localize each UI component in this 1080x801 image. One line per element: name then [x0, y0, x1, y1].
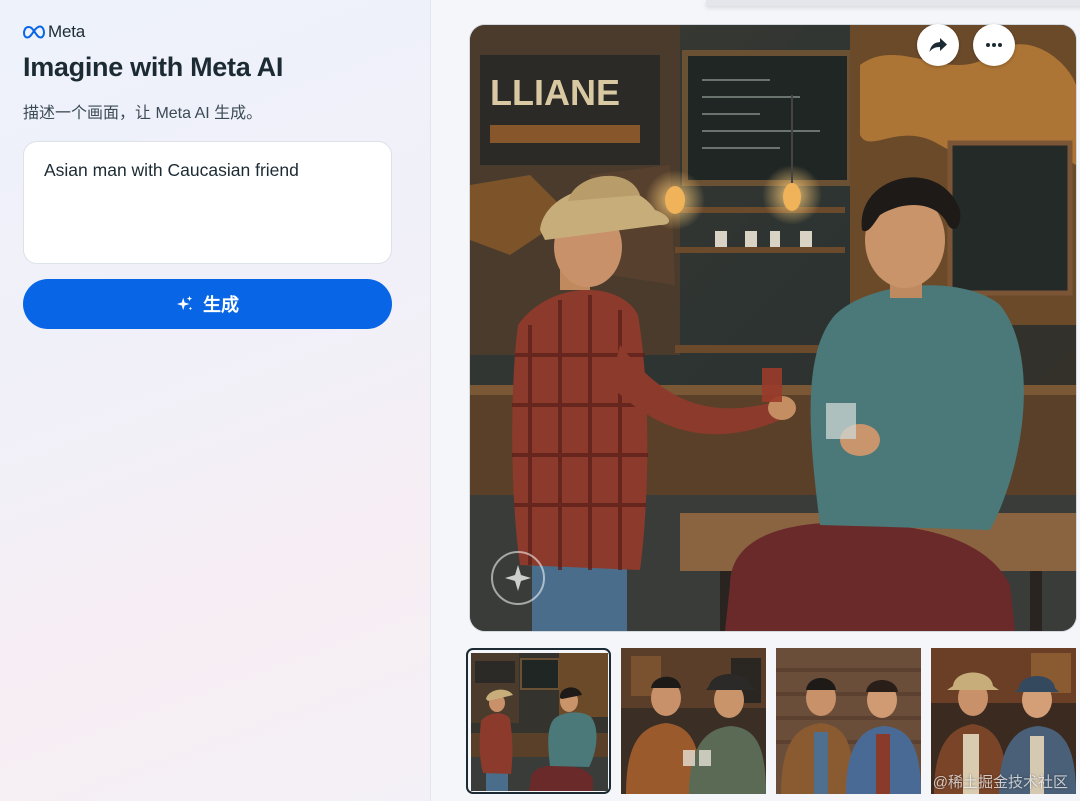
results-panel: LLIANE @稀土掘金技术社区	[431, 0, 1080, 801]
generated-image-main[interactable]: LLIANE	[469, 24, 1077, 632]
page-subtitle: 描述一个画面，让 Meta AI 生成。	[23, 105, 263, 122]
generated-image-illustration: LLIANE	[470, 25, 1076, 631]
page-title: Imagine with Meta AI	[23, 52, 284, 82]
share-arrow-icon	[929, 38, 947, 52]
watermark-text: @稀土掘金技术社区	[932, 774, 1068, 791]
thumbnail-strip: @稀土掘金技术社区	[466, 648, 1080, 798]
thumbnail-3-image	[776, 648, 921, 794]
sparkle-icon	[176, 295, 193, 311]
meta-infinity-logo-icon	[23, 25, 45, 39]
brand-name: Meta	[48, 22, 85, 41]
thumbnail-2-image	[621, 648, 766, 794]
top-edge-shadow	[706, 0, 1080, 6]
more-horizontal-icon	[986, 43, 1002, 47]
generate-button[interactable]: 生成	[23, 279, 392, 329]
prompt-panel: Meta Imagine with Meta AI 描述一个画面，让 Meta …	[0, 0, 431, 801]
thumbnail-1[interactable]	[466, 648, 611, 794]
more-options-button[interactable]	[973, 24, 1015, 66]
meta-brand[interactable]: Meta	[23, 22, 85, 42]
share-button[interactable]	[917, 24, 959, 66]
generate-button-label: 生成	[203, 295, 239, 315]
cafe-sign-text: LLIANE	[490, 72, 620, 113]
thumbnail-3[interactable]	[776, 648, 921, 794]
thumbnail-1-image	[471, 653, 608, 791]
prompt-input[interactable]: Asian man with Caucasian friend	[23, 141, 392, 264]
prompt-input-value[interactable]: Asian man with Caucasian friend	[44, 158, 371, 182]
thumbnail-2[interactable]	[621, 648, 766, 794]
